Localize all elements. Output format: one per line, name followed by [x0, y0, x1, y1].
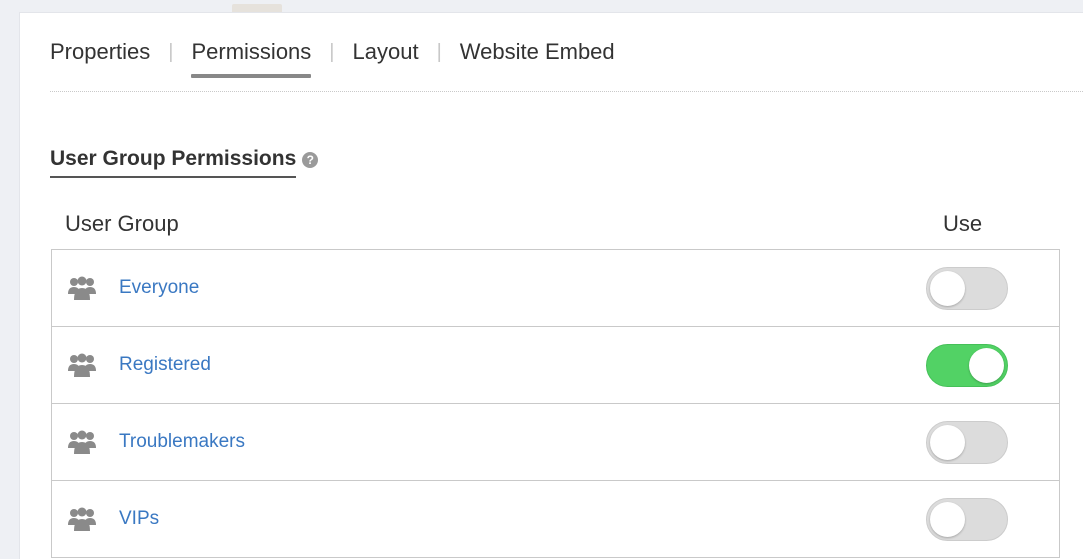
question-circle-icon[interactable]: ? [302, 151, 319, 168]
table-row: VIPs [52, 480, 1059, 557]
table-row: Troublemakers [52, 403, 1059, 480]
use-toggle-troublemakers[interactable] [926, 420, 1008, 464]
tab-separator: | [436, 41, 442, 63]
tab-bar: Properties | Permissions | Layout | Webs… [50, 37, 615, 78]
column-header-use: Use [943, 211, 983, 236]
use-toggle-vips[interactable] [926, 497, 1008, 541]
group-link-vips[interactable]: VIPs [119, 508, 159, 530]
tab-separator: | [168, 41, 174, 63]
tab-properties[interactable]: Properties [50, 37, 150, 77]
users-group-icon [68, 430, 96, 454]
top-tab-notch [232, 4, 282, 12]
group-link-registered[interactable]: Registered [119, 354, 211, 376]
tabs-divider [50, 91, 1083, 92]
users-group-icon [68, 507, 96, 531]
toggle-knob [930, 501, 965, 537]
permissions-panel: Properties | Permissions | Layout | Webs… [19, 12, 1083, 559]
toggle-knob [930, 270, 965, 306]
tab-permissions[interactable]: Permissions [191, 37, 311, 78]
users-group-icon [68, 276, 96, 300]
users-group-icon [68, 353, 96, 377]
use-toggle-registered[interactable] [926, 343, 1008, 387]
use-toggle-everyone[interactable] [926, 266, 1008, 310]
table-row: Everyone [52, 250, 1059, 326]
tab-separator: | [329, 41, 335, 63]
section-title: User Group Permissions [50, 145, 297, 178]
tab-layout[interactable]: Layout [353, 37, 419, 77]
user-group-table: Everyone Registered Troublemakers VIPs [51, 249, 1060, 558]
column-header-user-group: User Group [65, 211, 179, 236]
table-row: Registered [52, 326, 1059, 403]
tab-website-embed[interactable]: Website Embed [460, 37, 615, 77]
toggle-knob [969, 347, 1004, 383]
group-link-troublemakers[interactable]: Troublemakers [119, 431, 245, 453]
section-heading: User Group Permissions ? [50, 145, 319, 178]
toggle-knob [930, 424, 965, 460]
group-link-everyone[interactable]: Everyone [119, 277, 199, 299]
